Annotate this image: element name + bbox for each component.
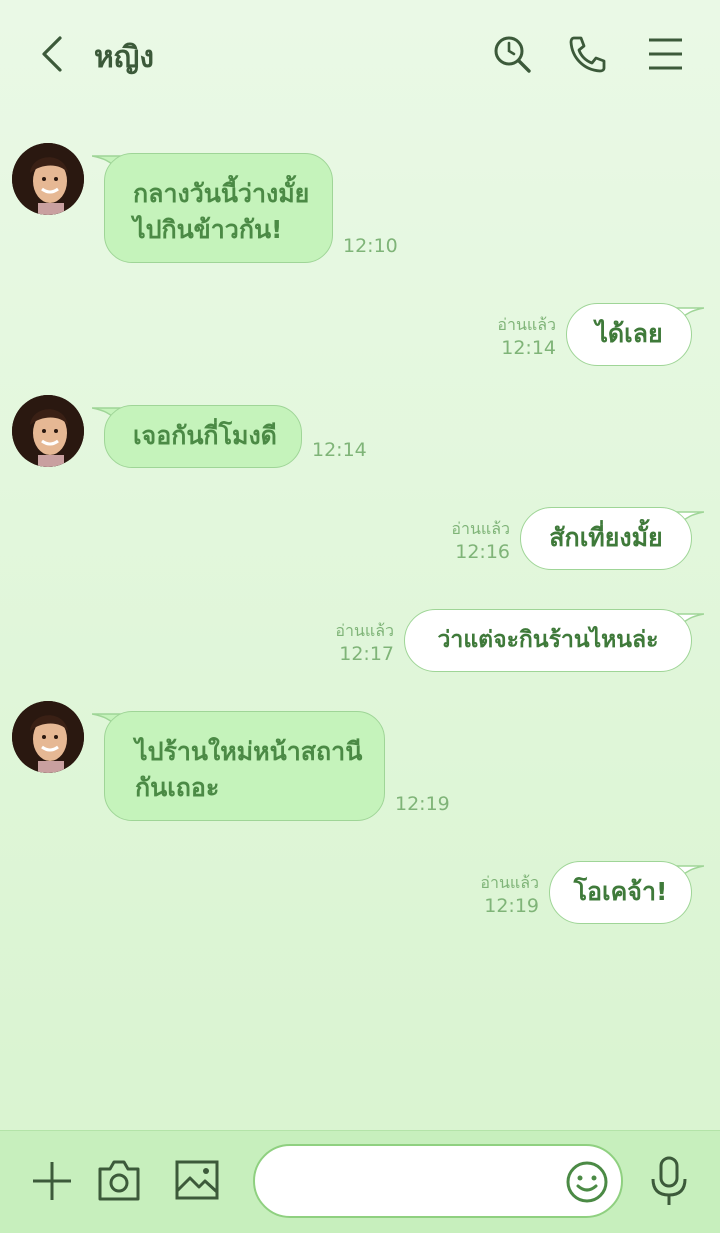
mic-icon[interactable] xyxy=(648,1155,690,1207)
chat-header: หญิง xyxy=(0,0,720,108)
avatar[interactable] xyxy=(12,701,84,773)
message-line: ได้เลย xyxy=(595,319,663,348)
message-time: 12:14 xyxy=(501,337,556,359)
message-bubble[interactable]: ไปร้านใหม่หน้าสถานี กันเถอะ xyxy=(104,711,385,821)
message-bubble[interactable]: ได้เลย xyxy=(566,303,692,366)
menu-icon[interactable] xyxy=(646,32,686,76)
avatar-image xyxy=(12,395,84,467)
avatar[interactable] xyxy=(12,395,84,467)
search-icon[interactable] xyxy=(492,32,532,76)
message-line: ว่าแต่จะกินร้านไหนล่ะ xyxy=(437,627,659,653)
read-receipt: อ่านแล้ว xyxy=(451,519,510,538)
message-line: ไปร้านใหม่หน้าสถานี xyxy=(135,737,363,766)
phone-icon[interactable] xyxy=(566,32,606,76)
avatar-image xyxy=(12,701,84,773)
message-line: โอเคจ้า! xyxy=(573,877,668,906)
message-line: กันเถอะ xyxy=(135,773,220,802)
avatar-image xyxy=(12,143,84,215)
message-line: กลางวันนี้ว่างมั้ย xyxy=(133,179,310,208)
message-bubble[interactable]: ว่าแต่จะกินร้านไหนล่ะ xyxy=(404,609,692,672)
emoji-icon[interactable] xyxy=(565,1160,609,1204)
camera-icon[interactable] xyxy=(96,1157,142,1203)
message-time: 12:19 xyxy=(484,895,539,917)
read-receipt: อ่านแล้ว xyxy=(480,873,539,892)
chat-title: หญิง xyxy=(94,40,154,75)
message-time: 12:19 xyxy=(395,793,450,815)
read-receipt: อ่านแล้ว xyxy=(497,315,556,334)
message-line: เจอกันกี่โมงดี xyxy=(133,421,277,450)
message-bubble[interactable]: โอเคจ้า! xyxy=(549,861,692,924)
message-bubble[interactable]: กลางวันนี้ว่างมั้ย ไปกินข้าวกัน! xyxy=(104,153,333,263)
message-line: สักเที่ยงมั้ย xyxy=(549,523,663,552)
image-icon[interactable] xyxy=(174,1159,220,1201)
message-time: 12:10 xyxy=(343,235,398,257)
message-bubble[interactable]: สักเที่ยงมั้ย xyxy=(520,507,692,570)
message-input[interactable] xyxy=(253,1144,623,1218)
read-receipt: อ่านแล้ว xyxy=(335,621,394,640)
message-line: ไปกินข้าวกัน! xyxy=(133,215,283,244)
message-time: 12:17 xyxy=(339,643,394,665)
avatar[interactable] xyxy=(12,143,84,215)
input-bar xyxy=(0,1130,720,1233)
message-bubble[interactable]: เจอกันกี่โมงดี xyxy=(104,405,302,468)
plus-icon[interactable] xyxy=(30,1159,74,1203)
message-time: 12:14 xyxy=(312,439,367,461)
back-icon[interactable] xyxy=(36,32,68,76)
message-time: 12:16 xyxy=(455,541,510,563)
